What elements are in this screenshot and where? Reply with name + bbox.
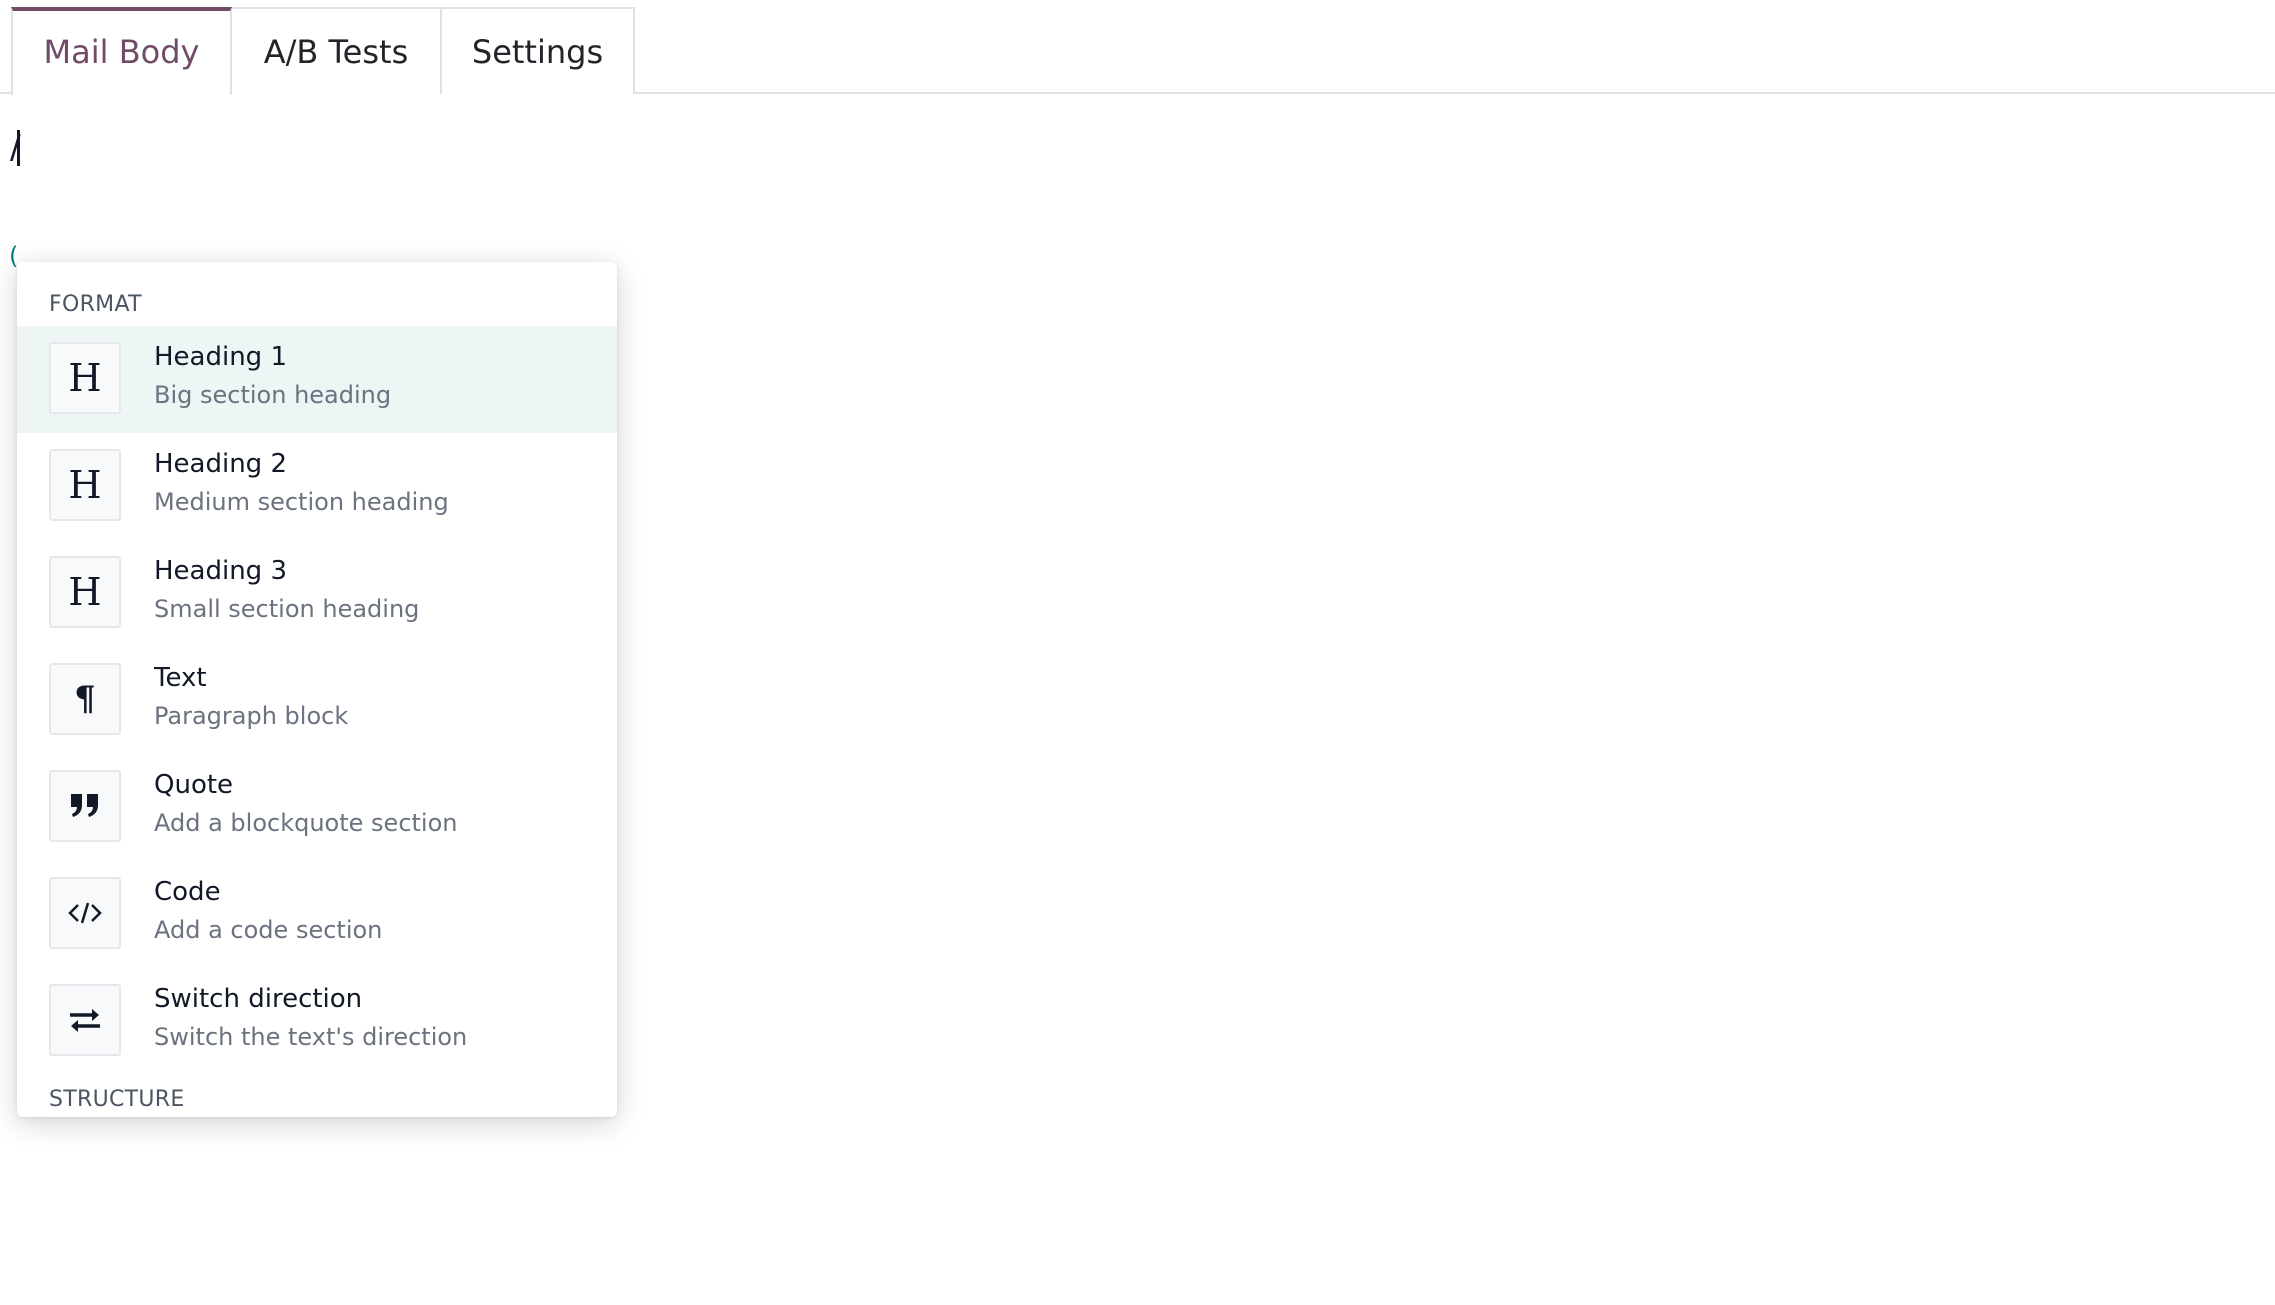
powerbox-item-heading-3[interactable]: H Heading 3 Small section heading [17, 540, 617, 647]
powerbox-item-title: Heading 1 [154, 342, 287, 372]
tab-mail-body[interactable]: Mail Body [11, 7, 232, 95]
powerbox-item-switch-direction[interactable]: Switch direction Switch the text's direc… [17, 968, 617, 1075]
powerbox-item-title: Code [154, 877, 221, 907]
powerbox-item-description: Paragraph block [154, 702, 349, 730]
powerbox-item-title: Heading 2 [154, 449, 287, 479]
powerbox-item-description: Medium section heading [154, 488, 449, 516]
powerbox-item-description: Add a blockquote section [154, 809, 458, 837]
powerbox-item-quote[interactable]: Quote Add a blockquote section [17, 754, 617, 861]
code-icon [49, 877, 121, 949]
heading-icon: H [49, 449, 121, 521]
powerbox-item-description: Add a code section [154, 916, 383, 944]
powerbox-item-title: Text [154, 663, 207, 693]
powerbox-item-description: Big section heading [154, 381, 392, 409]
powerbox-item-title: Switch direction [154, 984, 363, 1014]
quote-icon [49, 770, 121, 842]
tab-bar: Mail Body A/B Tests Settings [0, 0, 2275, 95]
powerbox-items: H Heading 1 Big section heading H Headin… [17, 326, 617, 1075]
powerbox-item-description: Small section heading [154, 595, 420, 623]
tab-settings[interactable]: Settings [440, 7, 635, 94]
powerbox-item-description: Switch the text's direction [154, 1023, 468, 1051]
heading-icon: H [49, 556, 121, 628]
powerbox-item-heading-2[interactable]: H Heading 2 Medium section heading [17, 433, 617, 540]
powerbox-item-heading-1[interactable]: H Heading 1 Big section heading [17, 326, 617, 433]
exchange-icon [49, 984, 121, 1056]
powerbox-item-text[interactable]: ¶ Text Paragraph block [17, 647, 617, 754]
tab-ab-tests[interactable]: A/B Tests [230, 7, 442, 94]
powerbox-item-code[interactable]: Code Add a code section [17, 861, 617, 968]
powerbox-group-format: FORMAT [49, 292, 142, 317]
heading-icon: H [49, 342, 121, 414]
text-caret [17, 130, 20, 166]
mail-body-editor[interactable]: / ( FORMAT H Heading 1 Big section headi… [0, 94, 2275, 1305]
paragraph-icon: ¶ [49, 663, 121, 735]
powerbox-group-structure: STRUCTURE [49, 1087, 185, 1112]
powerbox-item-title: Quote [154, 770, 234, 800]
powerbox-menu: FORMAT H Heading 1 Big section heading H… [17, 262, 617, 1117]
powerbox-item-title: Heading 3 [154, 556, 287, 586]
